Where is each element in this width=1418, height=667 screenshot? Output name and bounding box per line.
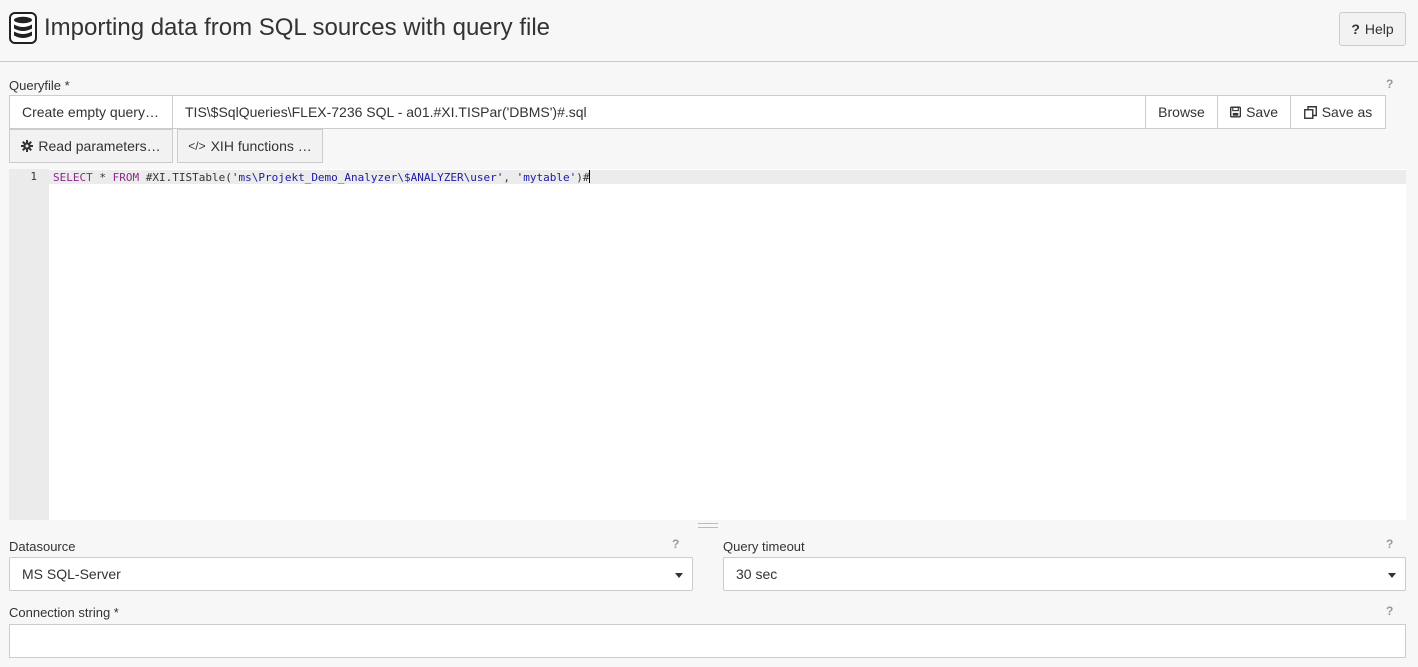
code-icon: </> [188, 139, 206, 153]
question-icon: ? [1351, 21, 1360, 37]
sql-string: 'ms\Projekt_Demo_Analyzer\$ANALYZER\user… [231, 171, 504, 184]
code-text: #XI.TISTable( [139, 171, 232, 184]
save-button[interactable]: Save [1218, 96, 1291, 128]
queryfile-help-icon[interactable]: ? [1386, 77, 1393, 91]
code-line[interactable]: SELECT * FROM #XI.TISTable('ms\Projekt_D… [53, 170, 591, 185]
code-text: , [503, 171, 517, 184]
code-text: )# [576, 171, 590, 184]
read-parameters-button[interactable]: Read parameters… [9, 129, 173, 163]
queryfile-label: Queryfile * [9, 78, 70, 93]
copy-icon [1303, 105, 1317, 119]
line-number-gutter: 1 [9, 169, 49, 520]
sql-code-editor[interactable]: 1 SELECT * FROM #XI.TISTable('ms\Projekt… [9, 169, 1406, 520]
connection-string-help-icon[interactable]: ? [1386, 604, 1393, 618]
browse-button[interactable]: Browse [1146, 96, 1218, 128]
query-timeout-select[interactable]: 30 sec [723, 557, 1406, 591]
queryfile-path-field[interactable]: TIS\$SqlQueries\FLEX-7236 SQL - a01.#XI.… [173, 96, 1146, 128]
editor-resize-handle[interactable] [698, 523, 718, 531]
query-timeout-help-icon[interactable]: ? [1386, 537, 1393, 551]
floppy-icon [1230, 106, 1242, 118]
sql-string: 'mytable' [516, 171, 577, 184]
query-timeout-label: Query timeout [723, 539, 805, 554]
line-number: 1 [30, 170, 37, 183]
help-button[interactable]: ? Help [1339, 12, 1406, 46]
page-title: Importing data from SQL sources with que… [44, 14, 550, 41]
sql-keyword: SELECT [53, 171, 93, 184]
page-header: Importing data from SQL sources with que… [0, 0, 1418, 62]
xih-functions-button[interactable]: </> XIH functions … [177, 129, 323, 163]
create-empty-query-button[interactable]: Create empty query… [10, 96, 173, 128]
code-text: * [92, 171, 113, 184]
datasource-label: Datasource [9, 539, 76, 554]
connection-string-input[interactable] [9, 624, 1406, 658]
help-label: Help [1364, 21, 1394, 37]
connection-string-label: Connection string * [9, 605, 119, 620]
sql-keyword: FROM [112, 171, 140, 184]
queryfile-input-group: Create empty query… TIS\$SqlQueries\FLEX… [9, 95, 1386, 129]
gear-icon [21, 140, 34, 152]
text-cursor [589, 170, 591, 183]
datasource-select[interactable]: MS SQL-Server [9, 557, 693, 591]
save-as-button[interactable]: Save as [1291, 96, 1385, 128]
caret-down-icon [1388, 573, 1396, 578]
database-icon [9, 12, 37, 44]
caret-down-icon [675, 573, 683, 578]
datasource-help-icon[interactable]: ? [672, 537, 679, 551]
